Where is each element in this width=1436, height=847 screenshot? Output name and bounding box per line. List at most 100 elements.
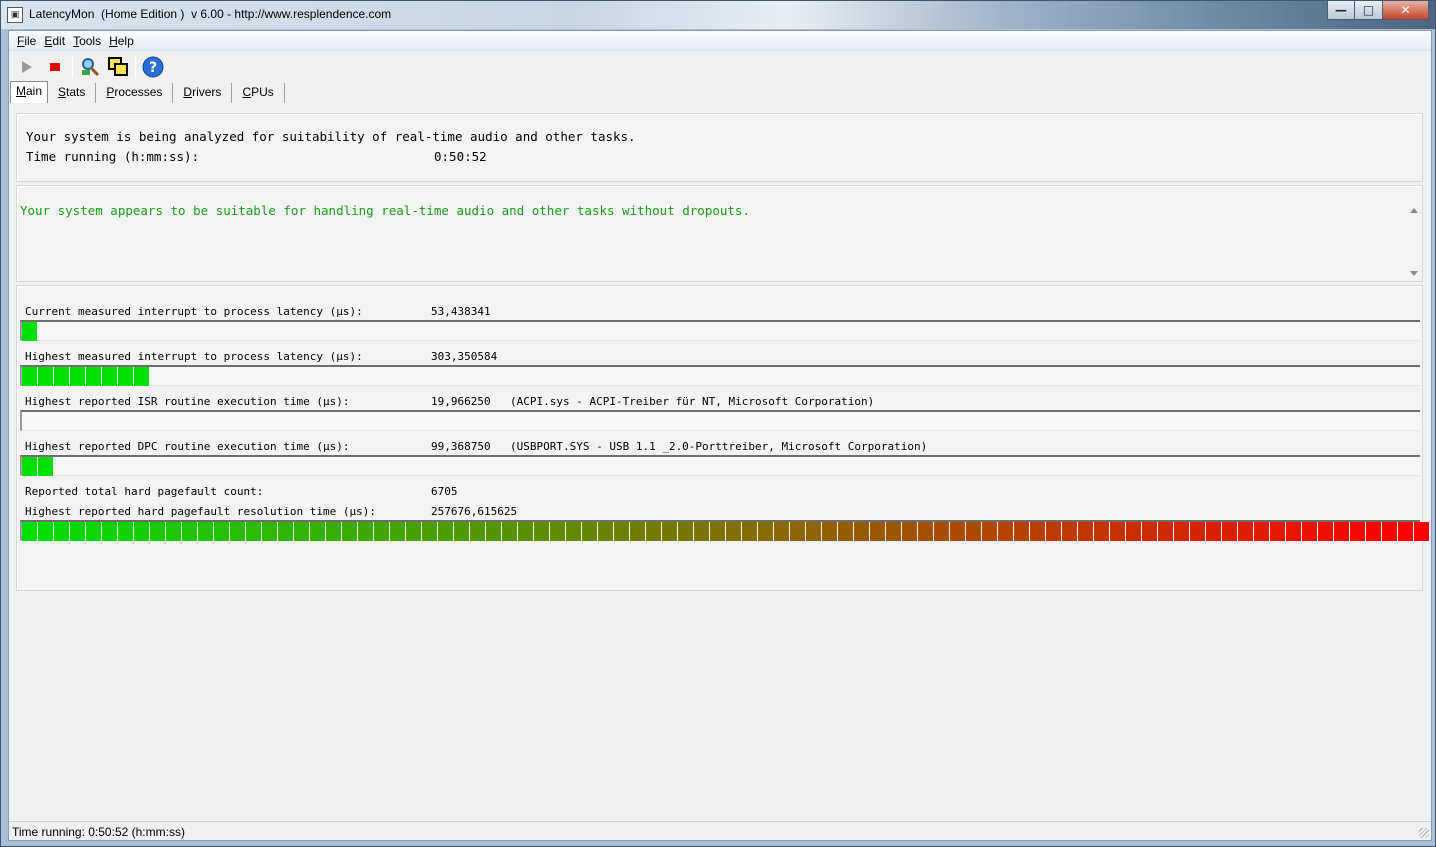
- bar-segment: [502, 522, 517, 541]
- scroll-down-arrow-icon[interactable]: [1410, 271, 1418, 276]
- bar-segment: [966, 522, 981, 541]
- bar-segment: [902, 522, 917, 541]
- windows-button[interactable]: [104, 54, 132, 80]
- menu-help[interactable]: Help: [105, 34, 138, 48]
- title-bar[interactable]: ▣ LatencyMon (Home Edition ) v 6.00 - ht…: [1, 1, 1435, 29]
- bar-segment: [70, 522, 85, 541]
- bar-segment: [1046, 522, 1061, 541]
- isr-time-value: 19,966250: [431, 395, 491, 408]
- tab-cpus[interactable]: CPUs: [232, 83, 285, 103]
- bar-segment: [1014, 522, 1029, 541]
- bar-segment: [598, 522, 613, 541]
- bar-segment: [934, 522, 949, 541]
- bar-segment: [470, 522, 485, 541]
- highest-latency-value: 303,350584: [431, 350, 498, 363]
- bar-segment: [758, 522, 773, 541]
- bar-segment: [982, 522, 997, 541]
- bar-segment: [486, 522, 501, 541]
- bar-segment: [1158, 522, 1173, 541]
- minimize-button[interactable]: —: [1327, 1, 1355, 20]
- tab-main[interactable]: Main: [10, 81, 49, 103]
- verdict-scrollbar[interactable]: [1407, 200, 1421, 281]
- highest-latency-bar: [20, 365, 1420, 386]
- bar-segment: [86, 522, 101, 541]
- isr-driver-detail: (ACPI.sys - ACPI-Treiber für NT, Microso…: [510, 395, 875, 408]
- help-button[interactable]: ?: [139, 54, 167, 80]
- tab-drivers[interactable]: Drivers: [173, 83, 233, 103]
- bar-segment: [118, 522, 133, 541]
- bar-segment: [662, 522, 677, 541]
- bar-segment: [1142, 522, 1157, 541]
- bar-segment: [774, 522, 789, 541]
- stop-icon: [50, 63, 60, 71]
- bar-segment: [1334, 522, 1349, 541]
- toolbar: ?: [13, 53, 167, 81]
- toolbar-separator: [135, 56, 136, 78]
- bar-segment: [1078, 522, 1093, 541]
- bar-segment: [310, 522, 325, 541]
- highest-latency-label: Highest measured interrupt to process la…: [25, 350, 363, 363]
- bar-segment: [1062, 522, 1077, 541]
- resize-grip-icon[interactable]: [1419, 828, 1429, 838]
- bar-segment: [374, 522, 389, 541]
- bar-segment: [726, 522, 741, 541]
- bar-segment: [806, 522, 821, 541]
- tab-processes[interactable]: Processes: [96, 83, 174, 103]
- bar-segment: [22, 522, 37, 541]
- time-running-value: 0:50:52: [434, 149, 487, 164]
- bar-segment: [790, 522, 805, 541]
- bar-segment: [1238, 522, 1253, 541]
- bar-segment: [1254, 522, 1269, 541]
- bar-segment: [102, 367, 117, 386]
- bar-segment: [566, 522, 581, 541]
- bar-segment: [742, 522, 757, 541]
- close-button[interactable]: ✕: [1383, 1, 1429, 20]
- toolbar-separator: [72, 56, 73, 78]
- search-button[interactable]: [76, 54, 104, 80]
- bar-segment: [214, 522, 229, 541]
- bar-segment: [1414, 522, 1429, 541]
- bar-segment: [70, 367, 85, 386]
- bar-segment: [38, 522, 53, 541]
- pagefault-count-value: 6705: [431, 485, 458, 498]
- tab-strip: Main Stats Processes Drivers CPUs: [10, 81, 285, 103]
- tab-stats[interactable]: Stats: [48, 83, 97, 103]
- app-icon[interactable]: ▣: [7, 7, 23, 23]
- bar-segment: [54, 522, 69, 541]
- bar-segment: [710, 522, 725, 541]
- bar-segment: [54, 367, 69, 386]
- bar-segment: [294, 522, 309, 541]
- bar-segment: [630, 522, 645, 541]
- bar-segment: [1366, 522, 1381, 541]
- current-latency-bar: [20, 320, 1420, 341]
- bar-segment: [262, 522, 277, 541]
- menu-file[interactable]: File: [13, 34, 40, 48]
- scroll-up-arrow-icon[interactable]: [1410, 208, 1418, 213]
- bar-segment: [198, 522, 213, 541]
- bar-segment: [342, 522, 357, 541]
- bar-segment: [278, 522, 293, 541]
- bar-segment: [38, 367, 53, 386]
- bar-segment: [694, 522, 709, 541]
- bar-segment: [390, 522, 405, 541]
- menu-tools[interactable]: Tools: [69, 34, 105, 48]
- status-text: Time running: 0:50:52 (h:mm:ss): [12, 825, 185, 839]
- bar-segment: [246, 522, 261, 541]
- bar-segment: [150, 522, 165, 541]
- analysis-status-text: Your system is being analyzed for suitab…: [26, 129, 636, 144]
- stop-button[interactable]: [41, 54, 69, 80]
- current-latency-value: 53,438341: [431, 305, 491, 318]
- bar-segment: [886, 522, 901, 541]
- bar-segment: [406, 522, 421, 541]
- bar-segment: [950, 522, 965, 541]
- maximize-button[interactable]: □: [1355, 1, 1383, 20]
- bar-segment: [22, 367, 37, 386]
- verdict-message: Your system appears to be suitable for h…: [20, 203, 750, 218]
- menu-edit[interactable]: Edit: [40, 34, 69, 48]
- verdict-panel: Your system appears to be suitable for h…: [16, 185, 1423, 282]
- windows-icon: [108, 57, 128, 76]
- bar-segment: [854, 522, 869, 541]
- bar-segment: [822, 522, 837, 541]
- play-button[interactable]: [13, 54, 41, 80]
- bar-segment: [1126, 522, 1141, 541]
